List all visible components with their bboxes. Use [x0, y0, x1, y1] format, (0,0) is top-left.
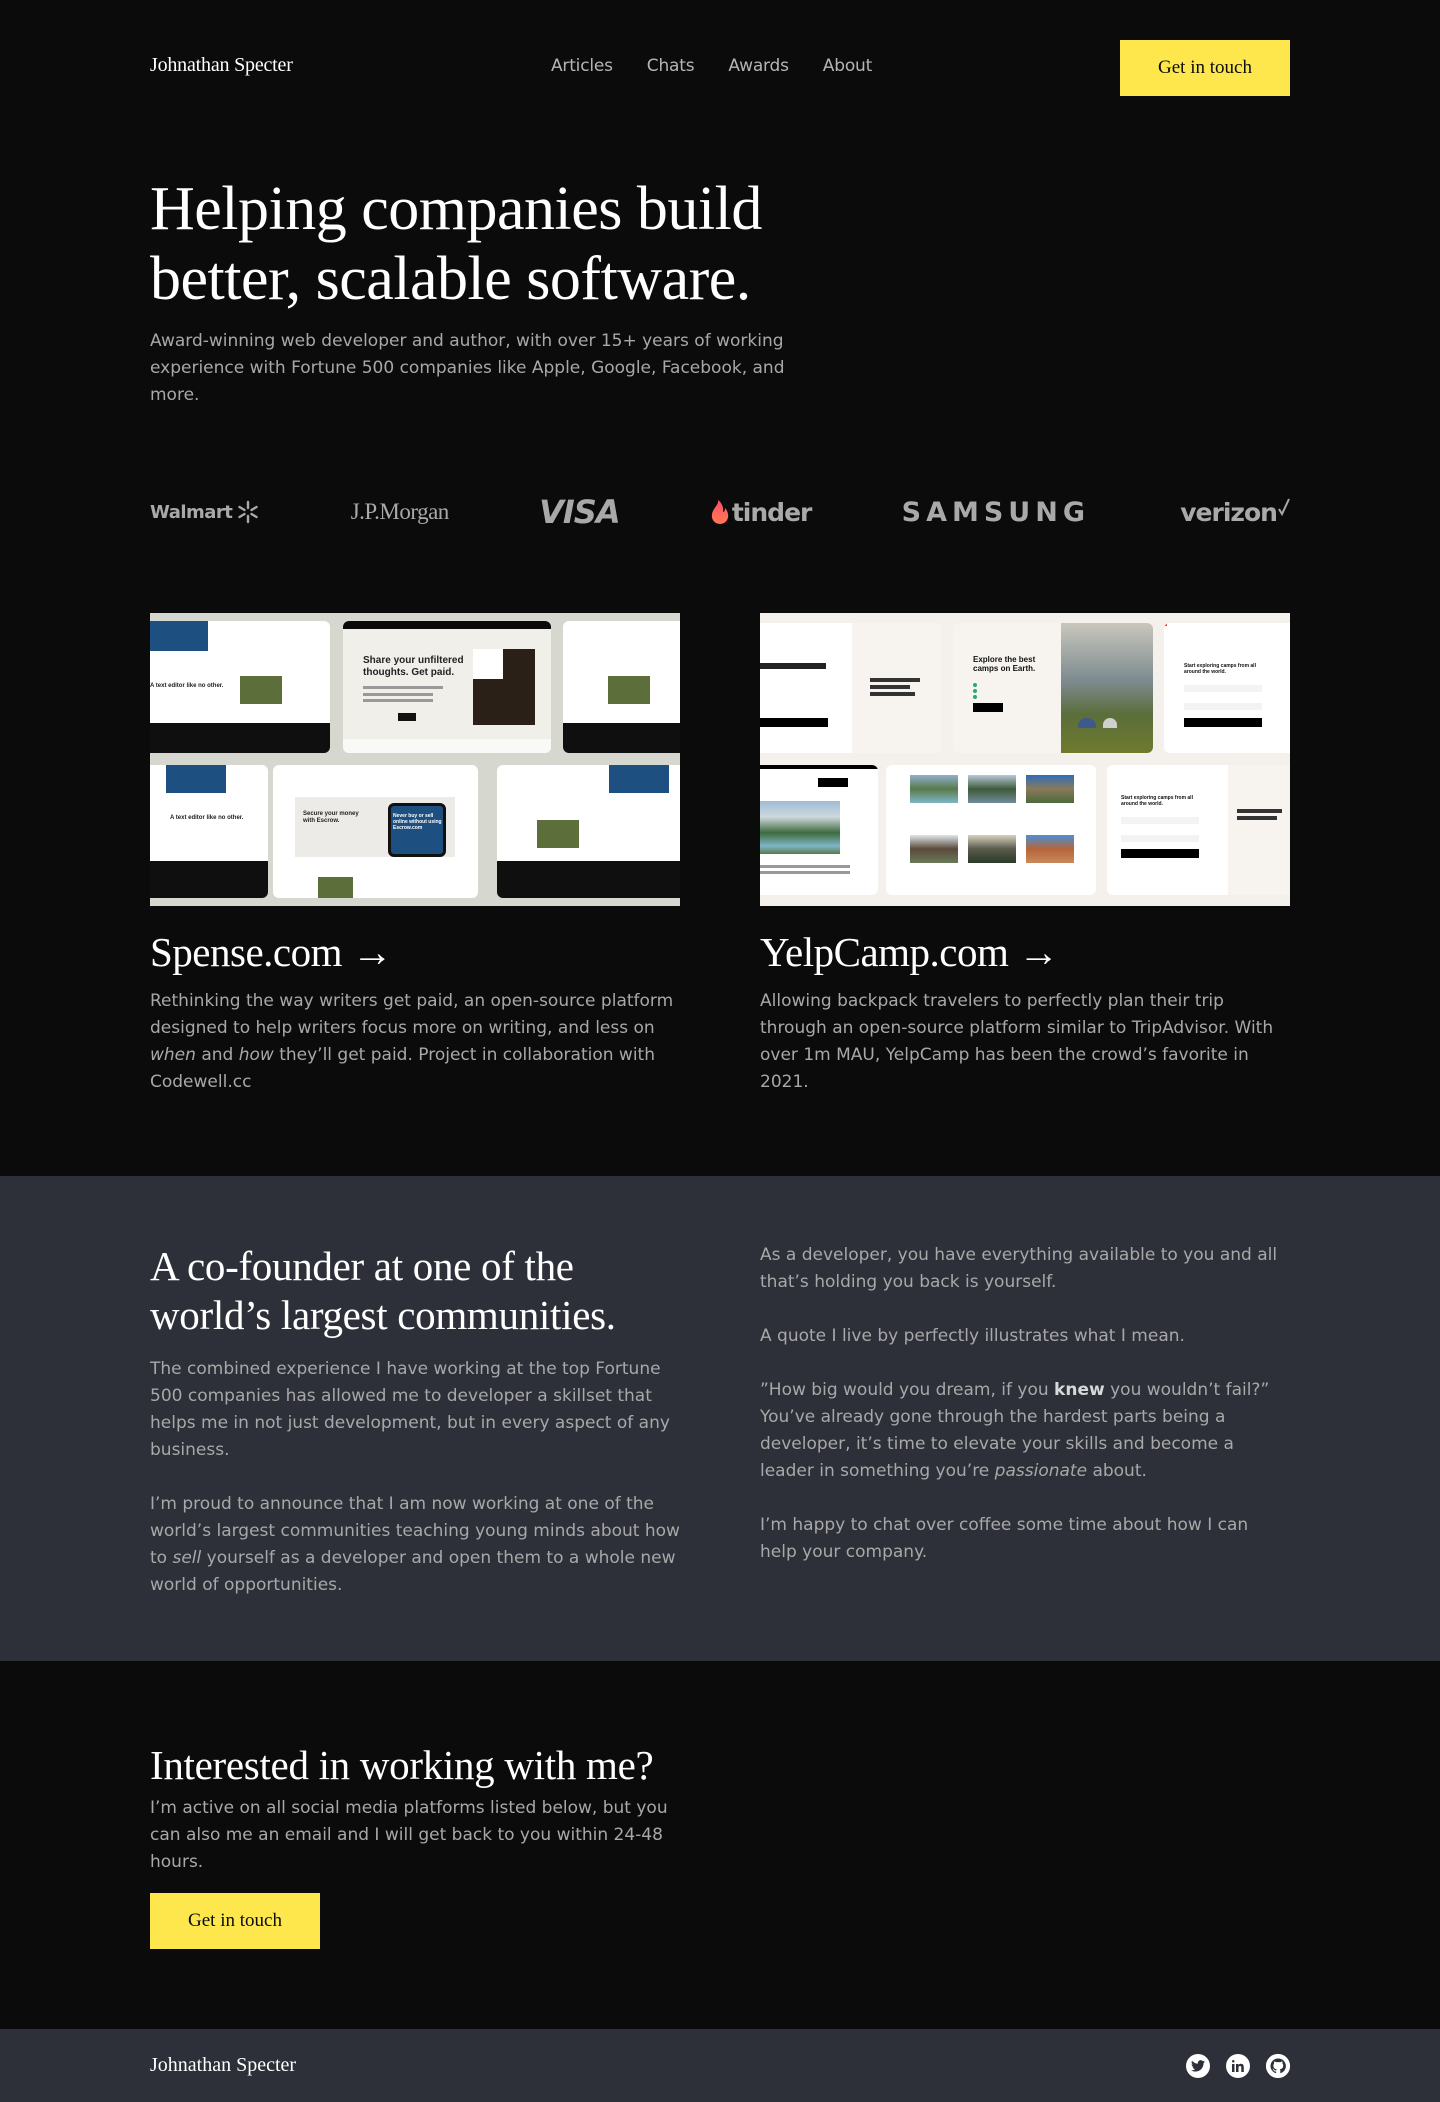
preview-panel: Start exploring camps from all around th… — [1164, 623, 1290, 753]
contact-cta-section: Interested in working with me? I’m activ… — [150, 1661, 1290, 2029]
preview-panel: Start exploring camps from all around th… — [1107, 765, 1290, 895]
preview-text: Share your unfiltered thoughts. Get paid… — [363, 655, 464, 678]
about-paragraph-6: I’m happy to chat over coffee some time … — [760, 1515, 1249, 1562]
walmart-spark-icon — [238, 500, 259, 524]
cta-title: Interested in working with me? — [150, 1742, 654, 1788]
flame-icon — [711, 500, 729, 524]
site-header: Johnathan Specter Articles Chats Awards … — [150, 0, 1290, 136]
about-quote-paragraph: ”How big would you dream, if you knew yo… — [760, 1377, 1290, 1485]
social-links — [1186, 2053, 1290, 2078]
about-paragraph-1: The combined experience I have working a… — [150, 1359, 670, 1460]
nav-awards[interactable]: Awards — [728, 56, 789, 76]
logo-tinder-text: tinder — [731, 497, 812, 527]
preview-text: A text editor like no other. — [170, 815, 244, 821]
cta-description: I’m active on all social media platforms… — [150, 1798, 668, 1872]
preview-panel-hero: Share your unfiltered thoughts. Get paid… — [343, 621, 551, 753]
yelpcamp-preview-image[interactable]: Explore the best camps on Earth. Start e… — [760, 613, 1290, 906]
logo-verizon-text: verizon — [1180, 497, 1278, 527]
logo-walmart: Walmart — [150, 500, 260, 524]
logo-walmart-text: Walmart — [150, 501, 233, 523]
header-get-in-touch-button[interactable]: Get in touch — [1120, 40, 1290, 96]
paragraph-emphasis: sell — [172, 1548, 202, 1568]
preview-panel — [760, 765, 878, 895]
nav-about[interactable]: About — [823, 56, 872, 76]
project-title-spense[interactable]: Spense.com → — [150, 928, 680, 976]
paragraph-text: ”How big would you dream, if you — [760, 1380, 1055, 1400]
linkedin-icon[interactable] — [1226, 2053, 1250, 2078]
twitter-icon[interactable] — [1186, 2053, 1210, 2078]
project-desc-spense: Rethinking the way writers get paid, an … — [150, 988, 680, 1096]
paragraph-bold: knew — [1054, 1380, 1105, 1400]
preview-text: Start exploring camps from all around th… — [1184, 663, 1256, 675]
paragraph-text: about. — [1087, 1461, 1147, 1481]
paragraph-emphasis: passionate — [994, 1461, 1088, 1481]
logo-tinder: tinder — [710, 498, 812, 527]
preview-text: Secure your money with Escrow. — [303, 811, 359, 824]
desc-text: and — [195, 1045, 239, 1065]
logo-visa: VISA — [539, 493, 620, 531]
preview-panel — [497, 765, 680, 898]
hero-title-line2: better, scalable software. — [150, 245, 751, 313]
preview-panel-hero: Explore the best camps on Earth. — [953, 623, 1153, 753]
brand-logo[interactable]: Johnathan Specter — [150, 54, 293, 77]
about-section: A co-founder at one of the world’s large… — [0, 1176, 1440, 1661]
nav-chats[interactable]: Chats — [647, 56, 695, 76]
hero-title-line1: Helping companies build — [150, 175, 762, 243]
about-right-column: As a developer, you have everything avai… — [760, 1242, 1290, 1599]
footer-brand[interactable]: Johnathan Specter — [150, 2054, 296, 2077]
projects: A text editor like no other. Share your … — [150, 613, 1290, 1096]
checkmark-icon — [1278, 498, 1290, 517]
about-left-column: A co-founder at one of the world’s large… — [150, 1242, 680, 1599]
about-paragraph-3: As a developer, you have everything avai… — [760, 1245, 1278, 1292]
project-card-spense: A text editor like no other. Share your … — [150, 613, 680, 1096]
hero-subtitle: Award-winning web developer and author, … — [150, 331, 785, 405]
logo-verizon: verizon — [1180, 498, 1290, 527]
spense-preview-image[interactable]: A text editor like no other. Share your … — [150, 613, 680, 906]
desc-text: Rethinking the way writers get paid, an … — [150, 991, 674, 1038]
preview-panel — [760, 623, 942, 753]
project-title-yelpcamp[interactable]: YelpCamp.com → — [760, 928, 1290, 976]
about-paragraph-4: A quote I live by perfectly illustrates … — [760, 1326, 1185, 1346]
preview-text: Explore the best camps on Earth. — [973, 655, 1036, 673]
preview-panel — [563, 621, 680, 753]
github-icon[interactable] — [1266, 2053, 1290, 2078]
desc-emphasis: how — [238, 1045, 274, 1065]
about-title: A co-founder at one of the world’s large… — [150, 1243, 616, 1338]
site-footer: Johnathan Specter — [0, 2029, 1440, 2102]
project-card-yelpcamp: Explore the best camps on Earth. Start e… — [760, 613, 1290, 1096]
desc-emphasis: when — [150, 1045, 196, 1065]
nav-articles[interactable]: Articles — [551, 56, 613, 76]
preview-panel: A text editor like no other. — [150, 765, 268, 898]
main-nav: Articles Chats Awards About — [551, 56, 872, 76]
preview-panel-escrow: Secure your money with Escrow. Never buy… — [273, 765, 478, 898]
hero-section: Helping companies build better, scalable… — [150, 174, 1290, 1096]
logo-samsung: SAMSUNG — [901, 496, 1090, 528]
cta-get-in-touch-button[interactable]: Get in touch — [150, 1893, 320, 1949]
preview-panel: A text editor like no other. — [150, 621, 330, 753]
preview-panel-grid — [886, 765, 1096, 895]
client-logos: Walmart J.P.Morgan VISA tinder SAMSUNG v… — [150, 487, 1290, 537]
logo-jpmorgan: J.P.Morgan — [350, 499, 450, 524]
project-desc-yelpcamp: Allowing backpack travelers to perfectly… — [760, 991, 1274, 1092]
preview-text: A text editor like no other. — [150, 683, 224, 689]
about-paragraph-2: I’m proud to announce that I am now work… — [150, 1491, 680, 1599]
preview-text: Never buy or sell online without using E… — [393, 813, 442, 831]
paragraph-text: yourself as a developer and open them to… — [150, 1548, 676, 1595]
hero-title: Helping companies build better, scalable… — [150, 174, 870, 314]
preview-text: Start exploring camps from all around th… — [1121, 795, 1193, 807]
